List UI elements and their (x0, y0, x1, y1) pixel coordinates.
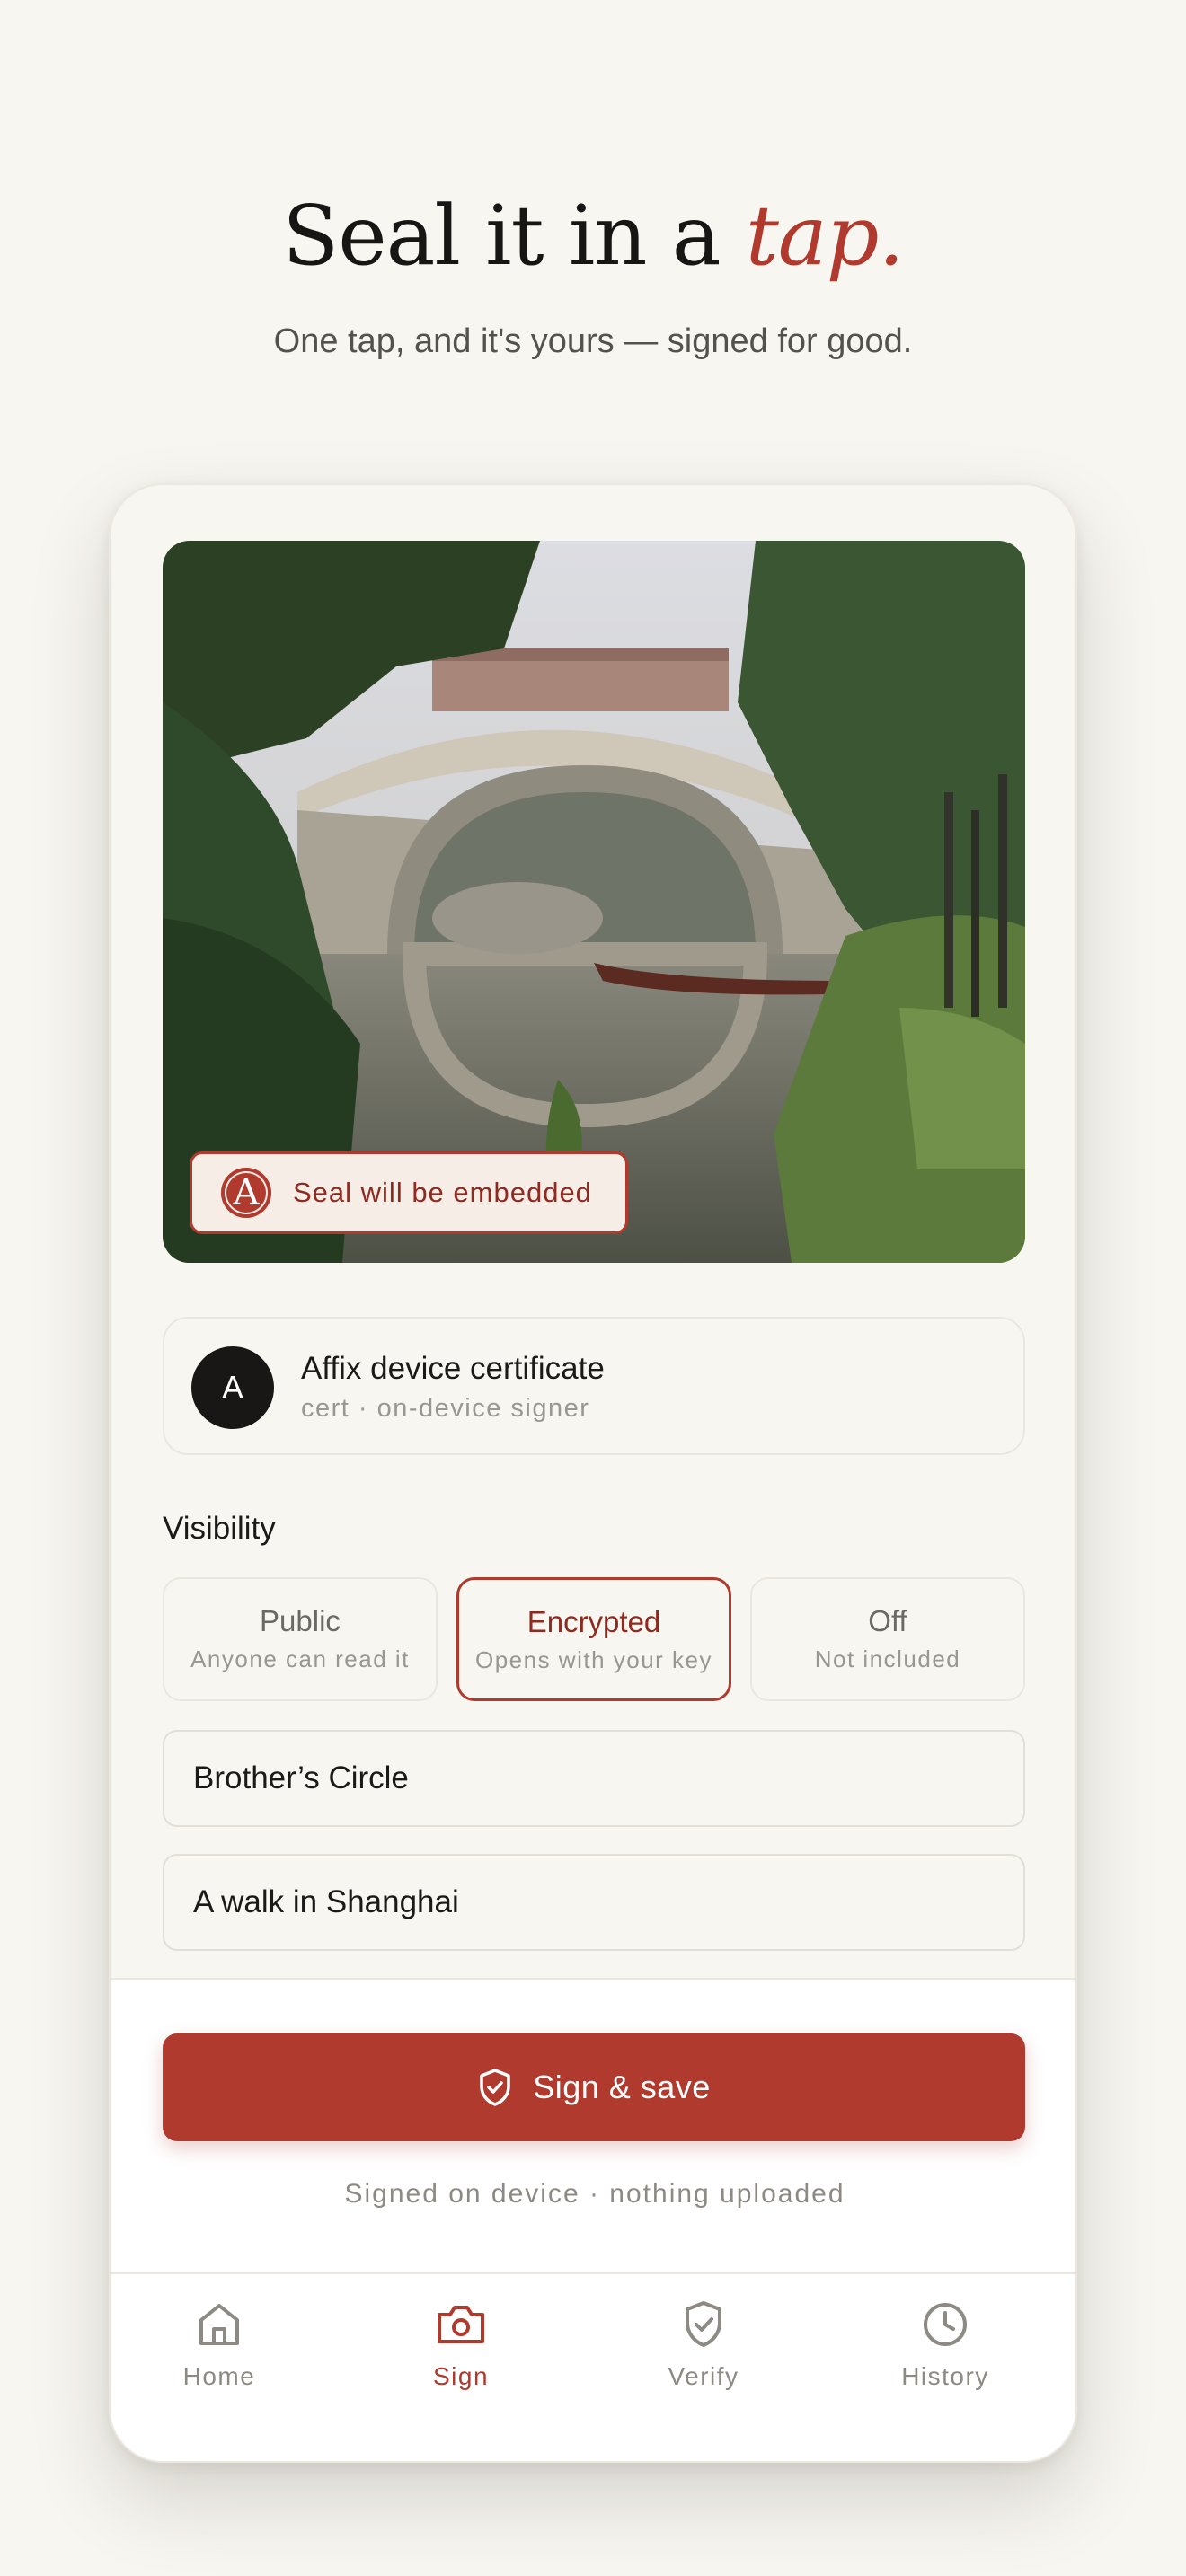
sign-and-save-button[interactable]: Sign & save (163, 2033, 1025, 2141)
home-icon (129, 2298, 309, 2351)
tab-label: History (901, 2362, 989, 2390)
seal-badge: A Seal will be embedded (190, 1151, 628, 1234)
tab-bar: Home Sign Verify History (111, 2272, 1075, 2461)
seal-icon: A (221, 1168, 271, 1218)
tab-label: Home (182, 2362, 256, 2390)
tab-label: Sign (432, 2362, 490, 2390)
option-title: Off (868, 1604, 907, 1637)
tab-history[interactable]: History (855, 2298, 1035, 2391)
caption-field[interactable]: A walk in Shanghai (163, 1854, 1025, 1951)
hero-title-accent: tap. (745, 188, 905, 284)
hero-subtitle: One tap, and it's yours — signed for goo… (273, 322, 913, 360)
visibility-option-public[interactable]: Public Anyone can read it (163, 1577, 438, 1701)
visibility-label: Visibility (163, 1511, 276, 1546)
tab-home[interactable]: Home (129, 2298, 309, 2391)
option-title: Public (260, 1604, 341, 1637)
certificate-title: Affix device certificate (301, 1351, 605, 1386)
tab-sign[interactable]: Sign (371, 2298, 551, 2391)
certificate-subtitle: cert · on-device signer (301, 1394, 590, 1423)
circle-field[interactable]: Brother’s Circle (163, 1730, 1025, 1827)
option-subtitle: Opens with your key (474, 1646, 713, 1673)
certificate-avatar: A (191, 1346, 274, 1429)
sign-and-save-label: Sign & save (533, 2069, 711, 2105)
bottom-panel: Sign & save Signed on device · nothing u… (111, 1978, 1075, 2461)
shield-check-icon (477, 2068, 513, 2107)
phone-frame: A Seal will be embedded A Affix device c… (109, 483, 1077, 2463)
photo-preview[interactable]: A Seal will be embedded (163, 541, 1025, 1263)
seal-badge-label: Seal will be embedded (293, 1177, 592, 1208)
option-subtitle: Anyone can read it (190, 1645, 410, 1672)
visibility-option-off[interactable]: Off Not included (750, 1577, 1025, 1701)
option-title: Encrypted (527, 1605, 661, 1638)
certificate-card[interactable]: A Affix device certificate cert · on-dev… (163, 1317, 1025, 1455)
hero-title-prefix: Seal it in a (282, 188, 746, 284)
camera-icon (371, 2298, 551, 2351)
clock-icon (855, 2298, 1035, 2351)
hero-title: Seal it in a tap. (0, 178, 1186, 295)
signing-note: Signed on device · nothing uploaded (344, 2179, 845, 2209)
shield-check-icon (614, 2298, 793, 2351)
option-subtitle: Not included (814, 1645, 961, 1672)
tab-verify[interactable]: Verify (614, 2298, 793, 2391)
visibility-option-encrypted[interactable]: Encrypted Opens with your key (456, 1577, 731, 1701)
tab-label: Verify (668, 2362, 739, 2390)
